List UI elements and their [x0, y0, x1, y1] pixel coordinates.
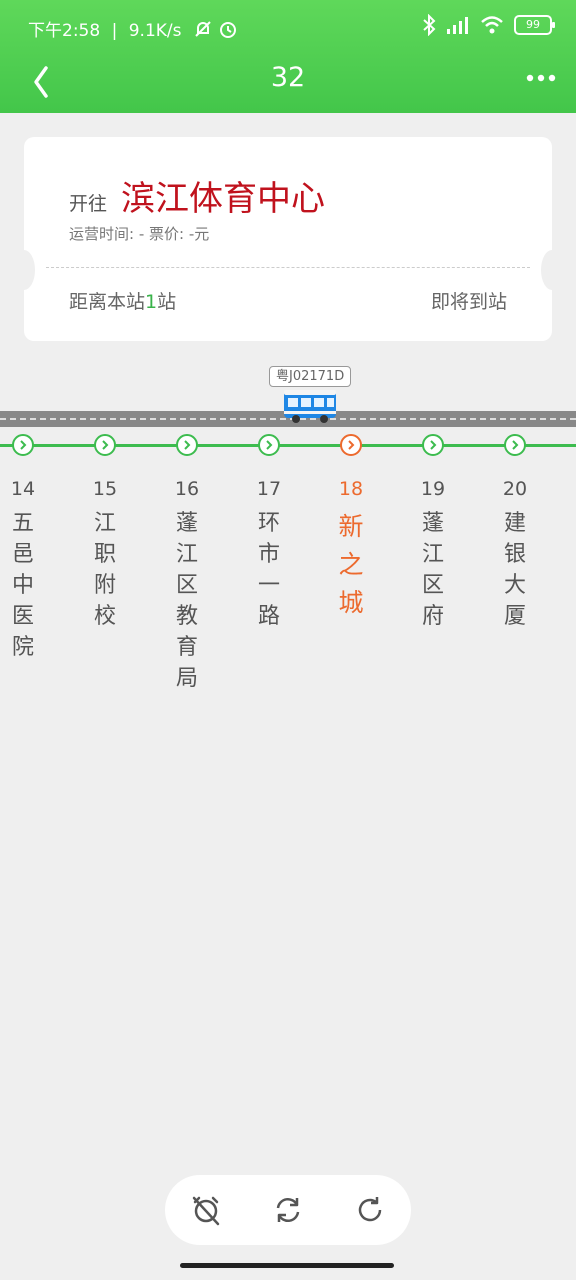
stop-name: 环市一路: [258, 511, 281, 629]
route-stop[interactable]: 14 五邑中医院: [0, 434, 53, 663]
battery-icon: 99: [514, 15, 555, 35]
stop-marker-icon: [422, 434, 444, 456]
status-bar: 下午2:58 | 9.1K/s 99: [0, 0, 576, 52]
wifi-icon: [481, 16, 503, 34]
more-dots-icon: [526, 74, 556, 82]
direction-prefix: 开往: [69, 193, 108, 215]
destination-row: 开往 滨江体育中心: [69, 171, 325, 220]
network-speed: 9.1K/s: [128, 21, 182, 41]
more-button[interactable]: [524, 66, 558, 90]
swap-direction-icon: [276, 1198, 300, 1222]
home-indicator[interactable]: [180, 1263, 394, 1268]
divider: [46, 267, 530, 268]
stop-number: 17: [256, 478, 282, 500]
stop-name: 蓬江区教育局: [176, 511, 199, 691]
stop-number: 16: [174, 478, 200, 500]
stop-number: 15: [92, 478, 118, 500]
arrival-status: 即将到站: [430, 291, 507, 313]
stop-marker-icon: [504, 434, 526, 456]
bus-plate: 粤J02171D: [269, 366, 352, 387]
destination-name: 滨江体育中心: [121, 179, 326, 219]
bluetooth-icon: [423, 14, 436, 36]
refresh-icon: [358, 1197, 382, 1222]
stop-name: 江职附校: [94, 511, 117, 629]
route-stop[interactable]: 20 建银大厦: [485, 434, 545, 632]
stop-number: 14: [10, 478, 36, 500]
route-stop[interactable]: 18 新之城: [321, 434, 381, 622]
arrival-card: 开往 滨江体育中心 运营时间: - 票价: -元 距离本站1站 即将到站: [13, 137, 563, 341]
signal-icon: [447, 17, 468, 34]
operation-info: 运营时间: - 票价: -元: [69, 225, 210, 243]
stop-marker-icon: [12, 434, 34, 456]
mute-bell-icon: [195, 21, 211, 37]
stop-number: 20: [502, 478, 528, 500]
stop-name: 建银大厦: [504, 511, 527, 629]
stop-marker-icon: [340, 434, 362, 456]
stop-name: 五邑中医院: [12, 511, 35, 660]
bus-icon[interactable]: [282, 386, 338, 424]
stop-name: 新之城: [338, 512, 364, 617]
page-title: 32: [270, 62, 306, 93]
route-stop[interactable]: 17 环市一路: [239, 434, 299, 632]
refresh-button[interactable]: [350, 1190, 390, 1230]
swap-direction-button[interactable]: [268, 1190, 308, 1230]
distance-text: 距离本站1站: [69, 291, 177, 313]
distance-count: 1: [145, 291, 158, 313]
stop-marker-icon: [94, 434, 116, 456]
stop-number: 18: [338, 478, 364, 500]
stop-name: 蓬江区府: [422, 511, 445, 629]
route-stop[interactable]: 15 江职附校: [75, 434, 135, 632]
route-stop[interactable]: 19 蓬江区府: [403, 434, 463, 632]
alarm-off-icon: [192, 1196, 220, 1226]
alarm-icon: [220, 22, 237, 38]
stop-marker-icon: [258, 434, 280, 456]
stop-number: 19: [420, 478, 446, 500]
route-stop[interactable]: 16 蓬江区教育局: [157, 434, 217, 694]
alarm-off-button[interactable]: [186, 1190, 226, 1230]
status-time: 下午2:58: [28, 21, 101, 41]
header: 下午2:58 | 9.1K/s 99 32: [0, 0, 576, 113]
nav-bar: 32: [0, 52, 576, 112]
stop-marker-icon: [176, 434, 198, 456]
control-bar: [165, 1175, 411, 1245]
